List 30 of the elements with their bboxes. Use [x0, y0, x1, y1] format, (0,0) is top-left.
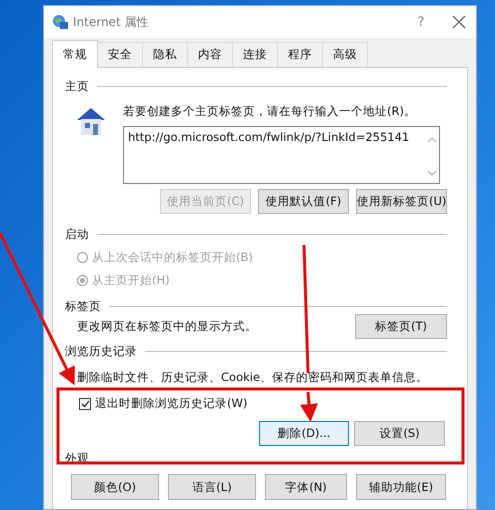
- tab[interactable]: 常规: [52, 40, 98, 68]
- help-button[interactable]: ?: [406, 14, 436, 30]
- group-heading: 浏览历史记录: [65, 344, 137, 358]
- scroll-down-icon[interactable]: [428, 171, 436, 176]
- tab[interactable]: 高级: [322, 42, 368, 67]
- appearance-button[interactable]: 颜色(O): [71, 474, 159, 500]
- homepage-button[interactable]: 使用新标签页(U): [356, 189, 447, 214]
- close-icon[interactable]: [452, 15, 466, 29]
- group-heading: 标签页: [65, 298, 101, 314]
- checkbox[interactable]: [79, 398, 91, 410]
- radio-label: 从主页开始(H): [92, 273, 170, 288]
- radio-label: 从上次会话中的标签页开始(B): [92, 250, 253, 265]
- group-heading: 主页: [65, 78, 89, 94]
- appearance-button[interactable]: 辅助功能(E): [356, 474, 446, 500]
- house-icon: [75, 106, 107, 136]
- window-title: Internet 属性: [73, 14, 150, 30]
- description-text: 删除临时文件、历史记录、Cookie、保存的密码和网页表单信息。: [77, 370, 430, 386]
- url-field[interactable]: http://go.microsoft.com/fwlink/p/?LinkId=255141: [123, 126, 440, 184]
- tabs-button[interactable]: 标签页(T): [355, 314, 447, 339]
- checkbox-label: 退出时删除浏览历史记录(W): [95, 396, 248, 411]
- instruction-text: 若要创建多个主页标签页，请在每行输入一个地址(R)。: [123, 104, 417, 119]
- delete-button[interactable]: 删除(D)...: [259, 421, 349, 446]
- scroll-up-icon[interactable]: [428, 137, 436, 142]
- homepage-button[interactable]: 使用默认值(F): [258, 189, 349, 214]
- globe-icon: [52, 14, 68, 30]
- description-text: 更改网页在标签页中的显示方式。: [77, 319, 257, 334]
- group-heading: 启动: [65, 226, 89, 242]
- appearance-button[interactable]: 字体(N): [265, 474, 347, 500]
- appearance-button[interactable]: 语言(L): [168, 474, 256, 500]
- settings-button[interactable]: 设置(S): [354, 421, 445, 446]
